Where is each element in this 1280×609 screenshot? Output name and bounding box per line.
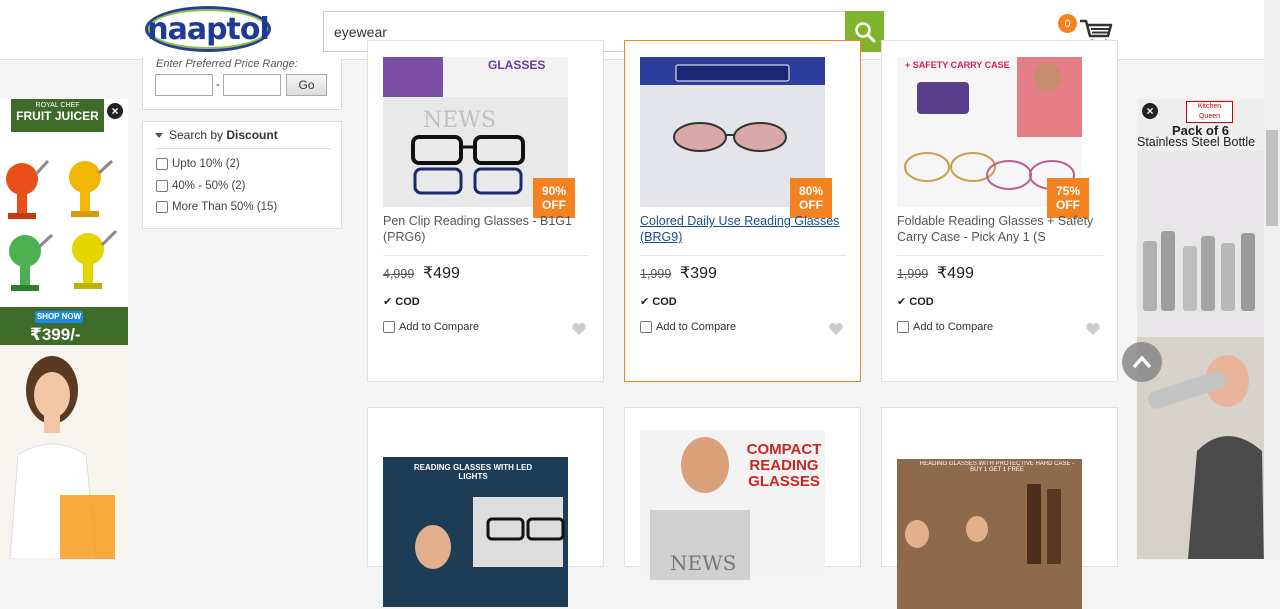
product-card[interactable]: COMPACT READING GLASSES NEWS xyxy=(624,407,861,580)
discount-option[interactable]: 40% - 50% (2) xyxy=(156,180,246,192)
scrollbar-thumb[interactable] xyxy=(1266,130,1278,226)
check-icon: ✔ xyxy=(897,296,907,308)
max-price-input[interactable] xyxy=(223,74,281,96)
ad-price: ₹399/- xyxy=(30,325,81,344)
price-dash: - xyxy=(216,77,220,91)
discount-badge: 80% OFF xyxy=(790,178,832,218)
divider xyxy=(897,255,1103,256)
ad-title: FRUIT JUICER xyxy=(16,109,99,123)
product-image[interactable]: READING GLASSES WITH PROTECTIVE HARD CAS… xyxy=(897,459,1082,609)
compare-checkbox[interactable] xyxy=(897,321,909,333)
product-price: ₹399 xyxy=(680,265,717,282)
price-range-label: Enter Preferred Price Range: xyxy=(156,58,298,70)
ad-shop-now-button[interactable]: SHOP NOW xyxy=(35,311,83,323)
svg-text:NEWS: NEWS xyxy=(423,108,496,133)
product-mrp: 4,999 xyxy=(383,267,415,281)
juicer-image xyxy=(6,159,118,291)
add-to-compare[interactable]: Add to Compare xyxy=(383,321,479,333)
product-mrp: 1,999 xyxy=(897,267,929,281)
discount-filter-panel: Search by Discount Upto 10% (2) 40% - 50… xyxy=(142,121,342,229)
product-price: ₹499 xyxy=(937,265,974,282)
right-ad-banner[interactable]: Kitchen Queen Pack of 6 Stainless Steel … xyxy=(1137,99,1264,559)
right-ad-close-icon[interactable]: × xyxy=(1142,103,1158,119)
discount-badge: 75% OFF xyxy=(1047,178,1089,218)
scroll-to-top-button[interactable] xyxy=(1122,342,1162,382)
product-image-text: COMPACT READING GLASSES xyxy=(746,442,822,490)
vertical-scrollbar[interactable] xyxy=(1264,0,1280,559)
divider xyxy=(640,255,846,256)
product-image-text: GLASSES xyxy=(488,58,545,72)
checkbox[interactable] xyxy=(156,158,168,170)
heart-icon[interactable] xyxy=(1085,322,1101,336)
product-card[interactable]: 80% OFF Colored Daily Use Reading Glasses… xyxy=(624,40,861,382)
naaptol-logo[interactable]: naaptol xyxy=(145,6,271,52)
woman-image xyxy=(0,345,128,559)
cod-label: ✔ COD xyxy=(383,296,420,308)
discount-option[interactable]: More Than 50% (15) xyxy=(156,201,277,213)
price-filter-panel: Enter Preferred Price Range: - Go xyxy=(142,58,342,110)
discount-badge: 90% OFF xyxy=(533,178,575,218)
caret-down-icon xyxy=(155,133,163,139)
svg-text:NEWS: NEWS xyxy=(670,551,736,575)
left-ad-banner[interactable]: ROYAL CHEF FRUIT JUICER SHOP NOW ₹399/- xyxy=(0,99,128,559)
left-ad-close-icon[interactable]: × xyxy=(107,103,123,119)
check-icon: ✔ xyxy=(383,296,393,308)
heart-icon[interactable] xyxy=(571,322,587,336)
discount-filter-title[interactable]: Search by Discount xyxy=(155,128,331,149)
product-image[interactable]: COMPACT READING GLASSES NEWS xyxy=(640,430,825,580)
product-title[interactable]: Colored Daily Use Reading Glasses (BRG9) xyxy=(640,213,846,245)
product-card[interactable]: + SAFETY CARRY CASE 75% OFF Foldable Read… xyxy=(881,40,1118,382)
ad-brand: ROYAL CHEF xyxy=(35,102,80,109)
cod-label: ✔ COD xyxy=(640,296,677,308)
product-card[interactable]: GLASSES NEWS 90% OFF Pen Clip Reading Gla… xyxy=(367,40,604,382)
discount-option[interactable]: Upto 10% (2) xyxy=(156,158,240,170)
checkbox[interactable] xyxy=(156,180,168,192)
product-image-text: + SAFETY CARRY CASE xyxy=(905,60,1010,70)
chevron-up-icon xyxy=(1132,355,1152,369)
divider xyxy=(383,255,589,256)
cart-count-badge: 0 xyxy=(1058,14,1077,33)
checkbox[interactable] xyxy=(156,201,168,213)
go-button[interactable]: Go xyxy=(286,74,327,96)
product-title[interactable]: Foldable Reading Glasses + Safety Carry … xyxy=(897,213,1103,245)
product-title[interactable]: Pen Clip Reading Glasses - B1G1 (PRG6) xyxy=(383,213,589,245)
product-price: ₹499 xyxy=(423,265,460,282)
cod-label: ✔ COD xyxy=(897,296,934,308)
check-icon: ✔ xyxy=(640,296,650,308)
product-card[interactable]: READING GLASSES WITH LED LIGHTS xyxy=(367,407,604,607)
product-image-text: READING GLASSES WITH PROTECTIVE HARD CAS… xyxy=(919,461,1075,473)
product-image[interactable]: READING GLASSES WITH LED LIGHTS xyxy=(383,457,568,607)
product-card[interactable]: READING GLASSES WITH PROTECTIVE HARD CAS… xyxy=(881,407,1118,609)
ad-brand-logo: Kitchen Queen xyxy=(1186,101,1233,123)
min-price-input[interactable] xyxy=(155,74,213,96)
product-mrp: 1,999 xyxy=(640,267,672,281)
add-to-compare[interactable]: Add to Compare xyxy=(897,321,993,333)
add-to-compare[interactable]: Add to Compare xyxy=(640,321,736,333)
compare-checkbox[interactable] xyxy=(383,321,395,333)
ad-subtitle: Stainless Steel Bottle xyxy=(1137,135,1256,149)
heart-icon[interactable] xyxy=(828,322,844,336)
product-image-text: READING GLASSES WITH LED LIGHTS xyxy=(413,463,533,481)
compare-checkbox[interactable] xyxy=(640,321,652,333)
